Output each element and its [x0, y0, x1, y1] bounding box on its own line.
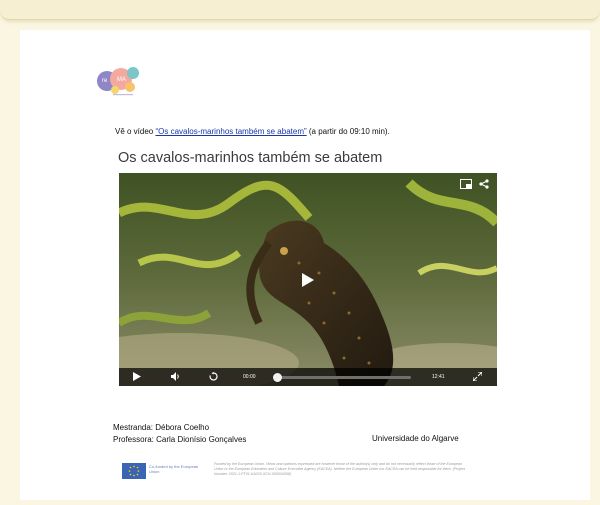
play-overlay-button[interactable] [295, 270, 321, 290]
eu-label: Co-funded by the European Union [149, 464, 199, 474]
replay-button[interactable] [209, 368, 218, 386]
student-name: Mestranda: Débora Coelho [113, 423, 210, 432]
intro-prefix: Vê o vídeo [115, 127, 156, 136]
video-player[interactable]: 00:00 12:41 [119, 173, 497, 386]
svg-text:re: re [102, 78, 108, 84]
top-banner [0, 0, 600, 20]
credits: Mestranda: Débora Coelho Professora: Car… [113, 422, 246, 446]
duration: 12:41 [432, 374, 445, 380]
progress-bar[interactable] [279, 376, 411, 379]
play-icon [302, 273, 314, 287]
share-icon[interactable] [477, 179, 491, 191]
university-name: Universidade do Algarve [372, 434, 459, 443]
funding-footer: Co-funded by the European Union Funded b… [122, 460, 472, 482]
video-title: Os cavalos-marinhos também se abatem [118, 150, 383, 166]
fullscreen-button[interactable] [472, 368, 483, 386]
funding-disclaimer: Funded by the European Union. Views and … [214, 462, 466, 476]
document-page: re MA Vê o vídeo “Os cavalos-marinhos ta… [20, 30, 590, 500]
progress-knob[interactable] [273, 373, 282, 382]
eu-flag-icon [122, 463, 146, 479]
intro-suffix: (a partir do 09:10 min). [306, 127, 390, 136]
fullscreen-icon [472, 371, 483, 382]
video-instruction: Vê o vídeo “Os cavalos-marinhos também s… [115, 127, 390, 136]
svg-text:MA: MA [117, 77, 126, 83]
play-button[interactable] [133, 368, 141, 386]
video-link[interactable]: “Os cavalos-marinhos também se abatem” [155, 127, 306, 136]
video-controls: 00:00 12:41 [119, 368, 497, 386]
project-logo: re MA [97, 67, 139, 96]
picture-in-picture-icon[interactable] [459, 179, 473, 191]
teacher-name: Professora: Carla Dionísio Gonçalves [113, 435, 247, 444]
replay-icon [209, 372, 218, 381]
current-time: 00:00 [243, 374, 256, 380]
volume-button[interactable] [171, 368, 181, 386]
volume-icon [171, 372, 179, 382]
play-icon [133, 372, 141, 382]
